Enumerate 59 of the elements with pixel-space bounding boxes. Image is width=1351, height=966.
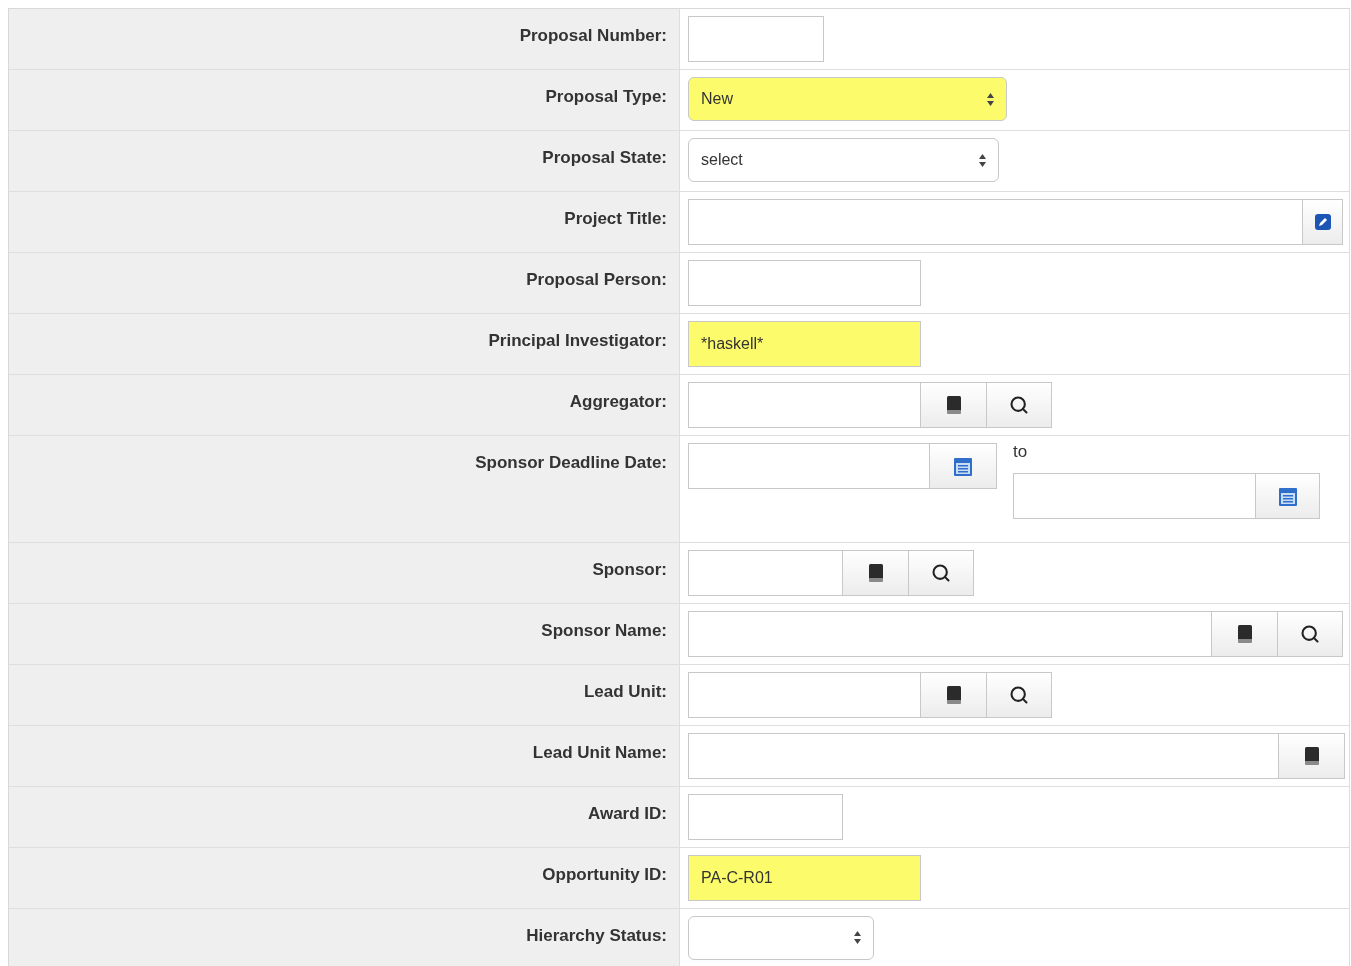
field-label: Lead Unit Name:	[532, 742, 667, 763]
field-label: Sponsor Name:	[541, 620, 667, 641]
text-field[interactable]	[688, 671, 921, 718]
field-label: Proposal Number:	[519, 26, 667, 46]
text-field[interactable]	[688, 16, 824, 62]
updown-icon	[854, 931, 861, 944]
select-field[interactable]	[688, 915, 874, 960]
search-icon	[1009, 684, 1029, 705]
text-field[interactable]	[688, 199, 1303, 245]
calendar-icon	[954, 456, 972, 476]
field-label: Proposal State:	[542, 148, 667, 168]
search-button[interactable]	[986, 671, 1052, 718]
search-button[interactable]	[908, 549, 974, 596]
field-label: Award ID:	[587, 803, 667, 824]
field-label: Aggregator:	[569, 392, 667, 412]
text-field[interactable]	[688, 260, 921, 306]
lookup-button[interactable]	[1278, 732, 1345, 779]
text-field[interactable]	[688, 732, 1279, 779]
date-field[interactable]	[1013, 472, 1256, 519]
edit-icon	[1314, 214, 1331, 230]
book-icon	[867, 563, 884, 582]
text-field[interactable]	[688, 382, 921, 428]
select-field[interactable]: New	[688, 77, 1007, 121]
text-field[interactable]	[688, 610, 1212, 657]
book-icon	[1303, 746, 1320, 765]
book-icon	[945, 396, 962, 414]
lookup-button[interactable]	[842, 549, 909, 596]
calendar-icon	[1278, 485, 1297, 506]
field-label: Hierarchy Status:	[526, 925, 667, 946]
lookup-button[interactable]	[920, 671, 987, 718]
text-field[interactable]: *haskell*	[688, 321, 921, 367]
field-label: Project Title:	[564, 209, 667, 229]
updown-icon	[979, 153, 986, 167]
search-icon	[1009, 395, 1029, 415]
updown-icon	[987, 92, 994, 106]
select-field[interactable]: select	[688, 138, 999, 182]
range-separator: to	[1013, 441, 1029, 463]
search-button[interactable]	[986, 382, 1052, 428]
field-label: Lead Unit:	[583, 681, 667, 702]
book-icon	[945, 685, 962, 704]
calendar-button[interactable]	[929, 443, 997, 489]
search-icon	[1300, 623, 1320, 644]
book-icon	[1236, 624, 1253, 643]
field-label: Principal Investigator:	[488, 331, 667, 351]
lookup-button[interactable]	[1211, 610, 1278, 657]
text-field[interactable]: PA-C-R01	[688, 854, 921, 901]
field-label: Sponsor Deadline Date:	[475, 453, 667, 473]
field-label: Sponsor:	[592, 559, 667, 580]
lookup-button[interactable]	[920, 382, 987, 428]
search-icon	[931, 562, 951, 583]
text-field[interactable]	[688, 549, 843, 596]
field-label: Proposal Person:	[526, 270, 667, 290]
field-label: Proposal Type:	[545, 87, 667, 107]
calendar-button[interactable]	[1255, 472, 1320, 519]
date-field[interactable]	[688, 443, 930, 489]
search-button[interactable]	[1277, 610, 1343, 657]
field-label: Opportunity ID:	[542, 864, 667, 885]
edit-button[interactable]	[1302, 199, 1343, 245]
text-field[interactable]	[688, 793, 843, 840]
